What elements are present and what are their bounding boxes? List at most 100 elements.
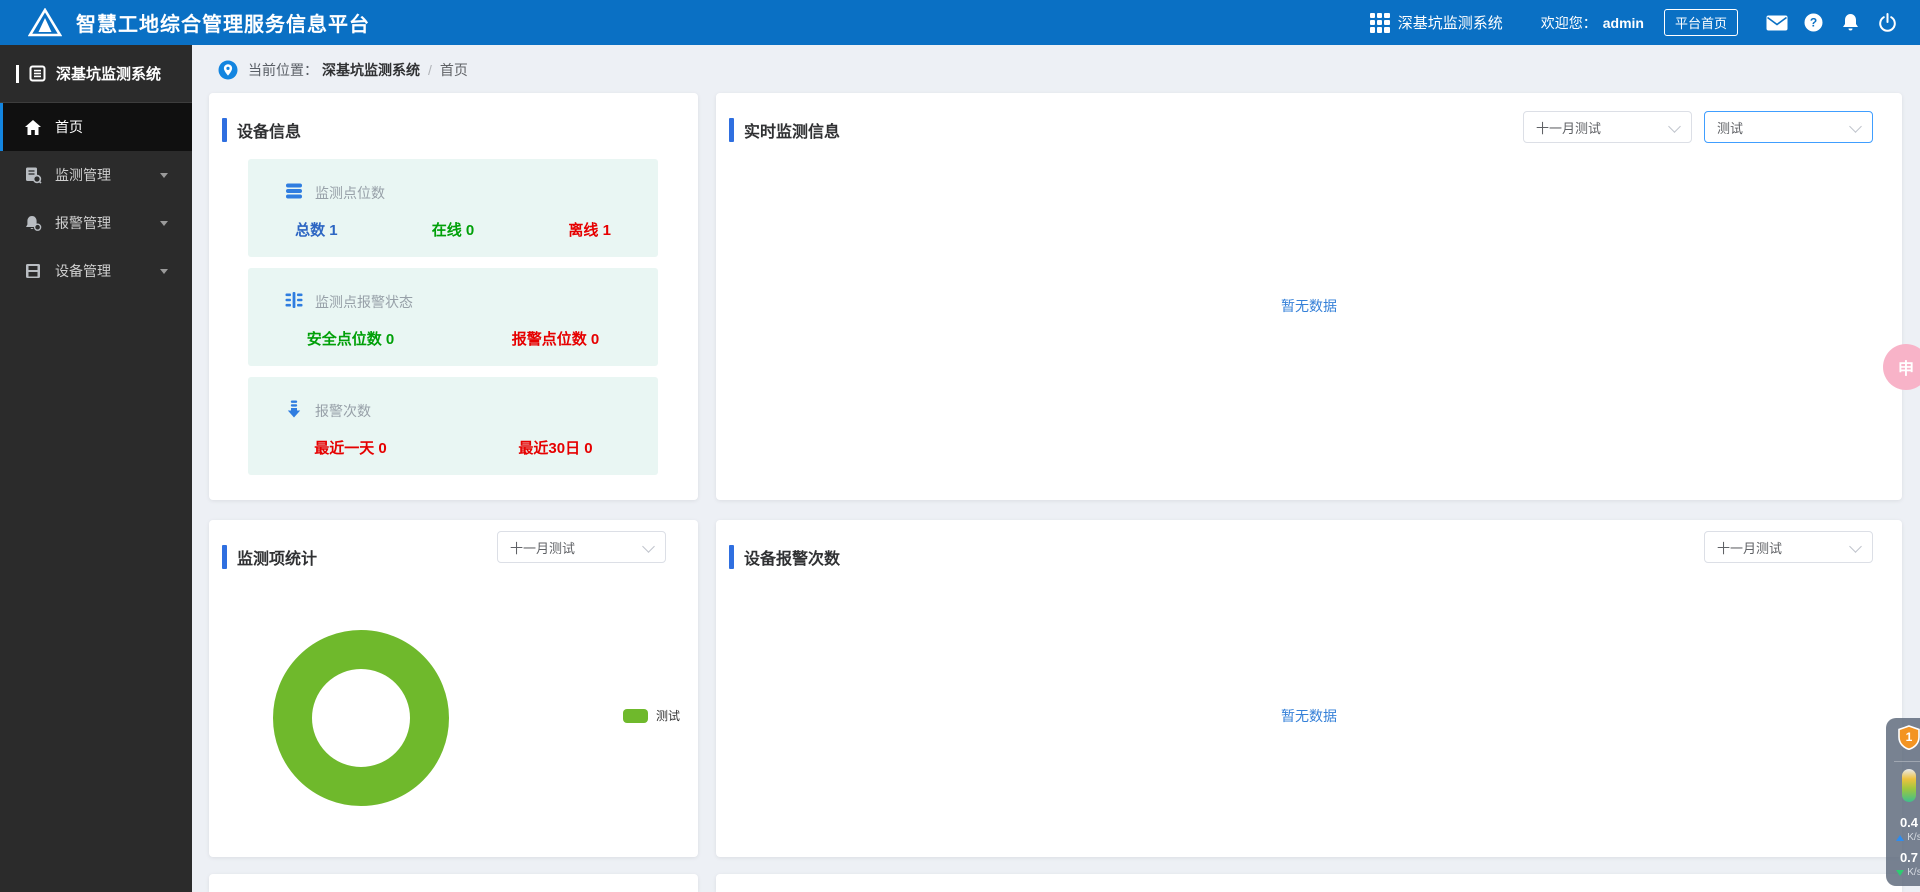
card-title-text: 设备信息 — [237, 118, 301, 142]
breadcrumb-prefix: 当前位置： — [248, 60, 318, 80]
sidebar-item-monitor-management[interactable]: 监测管理 — [0, 151, 192, 199]
select-value: 测试 — [1717, 118, 1743, 137]
select-value: 十一月测试 — [1536, 118, 1601, 137]
realtime-point-select[interactable]: 测试 — [1704, 111, 1873, 143]
select-value: 十一月测试 — [1717, 538, 1782, 557]
device-alarms-month-select[interactable]: 十一月测试 — [1704, 531, 1873, 563]
svg-text:1: 1 — [1906, 730, 1913, 744]
card-title: 设备信息 — [222, 118, 301, 142]
download-arrow-icon — [284, 399, 304, 422]
realtime-month-select[interactable]: 十一月测试 — [1523, 111, 1692, 143]
sidebar-item-alarm-management[interactable]: 报警管理 — [0, 199, 192, 247]
breadcrumb-current: 首页 — [440, 60, 468, 80]
chevron-down-icon — [160, 173, 168, 178]
legend-swatch — [623, 709, 648, 723]
username: admin — [1603, 15, 1644, 31]
layers-icon — [284, 181, 304, 204]
sidebar-item-label: 监测管理 — [55, 165, 111, 185]
title-accent-bar — [222, 545, 227, 569]
notification-bell-icon[interactable] — [1832, 13, 1869, 32]
upload-arrow-icon — [1896, 835, 1904, 841]
monitor-management-icon — [24, 166, 42, 184]
chevron-down-icon — [160, 269, 168, 274]
monitor-point-count-panel: 监测点位数 总数 1 在线 0 离线 1 — [248, 159, 658, 257]
mail-icon[interactable] — [1758, 15, 1795, 31]
card-title-text: 实时监测信息 — [744, 118, 840, 142]
monitor-stats-month-select[interactable]: 十一月测试 — [497, 531, 666, 563]
breadcrumb-root[interactable]: 深基坑监测系统 — [322, 60, 420, 80]
panel-label: 报警次数 — [315, 401, 371, 421]
panel-label: 监测点报警状态 — [315, 292, 413, 312]
app-header: 智慧工地综合管理服务信息平台 深基坑监测系统 欢迎您： admin 平台首页 ? — [0, 0, 1920, 45]
platform-logo-icon — [28, 8, 62, 38]
upload-speed-value: 0.4 — [1900, 816, 1918, 829]
breadcrumb-separator: / — [428, 62, 432, 78]
select-value: 十一月测试 — [510, 538, 575, 557]
stat-last-30-days: 最近30日 0 — [453, 437, 658, 458]
title-accent-bar — [729, 118, 734, 142]
monitor-stats-card: 监测项统计 十一月测试 测试 — [209, 520, 698, 857]
chevron-down-icon — [1849, 540, 1862, 553]
stat-total: 总数 1 — [248, 219, 385, 240]
help-icon[interactable]: ? — [1795, 13, 1832, 32]
sidebar-item-label: 设备管理 — [55, 261, 111, 281]
system-switcher[interactable]: 深基坑监测系统 — [1370, 12, 1503, 33]
service-badge-text: 申 — [1898, 355, 1914, 379]
system-switcher-label: 深基坑监测系统 — [1398, 12, 1503, 33]
gauge-capsule-icon — [1902, 769, 1916, 802]
title-accent-bar — [729, 545, 734, 569]
no-data-text: 暂无数据 — [716, 706, 1902, 726]
chevron-down-icon — [1849, 120, 1862, 133]
download-speed-value: 0.7 — [1900, 851, 1918, 864]
partial-card-right — [716, 874, 1902, 892]
upload-speed-unit: K/s — [1907, 832, 1920, 843]
sidebar-item-label: 首页 — [55, 117, 83, 137]
download-speed-unit: K/s — [1907, 867, 1920, 878]
partial-card-left — [209, 874, 698, 892]
network-monitor-widget[interactable]: 1 0.4 K/s 0.7 K/s — [1886, 718, 1920, 886]
panel-label: 监测点位数 — [315, 183, 385, 203]
breadcrumb: 当前位置： 深基坑监测系统 / 首页 — [218, 60, 468, 80]
card-title: 监测项统计 — [222, 545, 317, 569]
home-icon — [24, 119, 42, 136]
app-grid-icon — [1370, 13, 1390, 33]
sidebar-item-home[interactable]: 首页 — [0, 103, 192, 151]
card-title: 实时监测信息 — [729, 118, 840, 142]
alarm-count-panel: 报警次数 最近一天 0 最近30日 0 — [248, 377, 658, 475]
sidebar-item-label: 报警管理 — [55, 213, 111, 233]
download-arrow-icon — [1896, 870, 1904, 876]
chevron-down-icon — [160, 221, 168, 226]
portal-home-button[interactable]: 平台首页 — [1664, 9, 1738, 36]
alarm-status-panel: 监测点报警状态 安全点位数 0 报警点位数 0 — [248, 268, 658, 366]
card-title: 设备报警次数 — [729, 545, 840, 569]
sidebar-title-text: 深基坑监测系统 — [56, 63, 161, 84]
donut-chart[interactable] — [273, 630, 449, 806]
chevron-down-icon — [1668, 120, 1681, 133]
stat-alarm-points: 报警点位数 0 — [453, 328, 658, 349]
divider — [1894, 761, 1920, 762]
card-title-text: 设备报警次数 — [744, 545, 840, 569]
chevron-down-icon — [642, 540, 655, 553]
legend-label: 测试 — [656, 707, 680, 724]
chart-legend-item[interactable]: 测试 — [623, 707, 680, 724]
stat-offline: 离线 1 — [521, 219, 658, 240]
columns-icon — [284, 290, 304, 313]
sidebar-item-device-management[interactable]: 设备管理 — [0, 247, 192, 295]
sidebar-system-title: 深基坑监测系统 — [0, 45, 192, 103]
realtime-monitor-card: 实时监测信息 十一月测试 测试 暂无数据 — [716, 93, 1902, 500]
title-accent-bar — [222, 118, 227, 142]
device-alarm-count-card: 设备报警次数 十一月测试 暂无数据 — [716, 520, 1902, 857]
logout-power-icon[interactable] — [1869, 13, 1906, 32]
location-pin-icon — [218, 60, 238, 80]
sidebar: 深基坑监测系统 首页 监测管理 报警管理 设备管理 — [0, 45, 192, 892]
no-data-text: 暂无数据 — [716, 296, 1902, 316]
platform-title: 智慧工地综合管理服务信息平台 — [76, 8, 370, 37]
stat-last-day: 最近一天 0 — [248, 437, 453, 458]
svg-text:?: ? — [1810, 16, 1817, 30]
welcome-label: 欢迎您： — [1541, 13, 1597, 33]
alarm-management-icon — [24, 214, 42, 232]
title-accent-bar — [16, 65, 19, 83]
card-title-text: 监测项统计 — [237, 545, 317, 569]
stat-safe-points: 安全点位数 0 — [248, 328, 453, 349]
stat-online: 在线 0 — [385, 219, 522, 240]
